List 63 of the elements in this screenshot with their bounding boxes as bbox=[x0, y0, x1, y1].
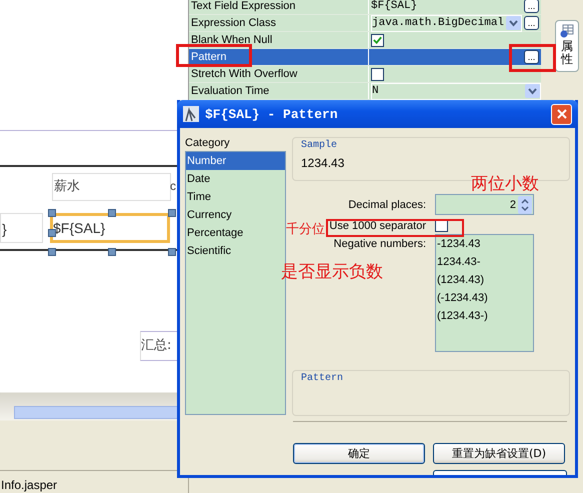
tab-label: 属性 bbox=[561, 40, 573, 66]
dialog-title: $F{SAL} - Pattern bbox=[205, 106, 339, 122]
ellipsis-button[interactable]: ... bbox=[524, 50, 539, 64]
ellipsis-button[interactable]: ... bbox=[524, 16, 539, 30]
property-value: $F{SAL} bbox=[371, 0, 418, 12]
highlight-frame bbox=[509, 44, 556, 72]
file-name: Info.jasper bbox=[0, 477, 58, 492]
field-label: Negative numbers: bbox=[334, 237, 426, 250]
table-icon bbox=[560, 24, 574, 38]
list-item[interactable]: (1234.43-) bbox=[436, 307, 533, 326]
ellipsis-button[interactable]: ... bbox=[524, 0, 539, 13]
property-label: Evaluation Time bbox=[189, 83, 369, 99]
category-item[interactable]: Number bbox=[186, 152, 285, 170]
category-item[interactable]: Percentage bbox=[186, 224, 285, 242]
check-icon bbox=[372, 34, 383, 46]
resize-handle[interactable] bbox=[48, 209, 56, 217]
close-button[interactable] bbox=[551, 104, 572, 125]
property-label: Stretch With Overflow bbox=[189, 66, 369, 82]
property-row[interactable]: Pattern ... bbox=[189, 49, 541, 66]
resize-handle[interactable] bbox=[48, 248, 56, 256]
reset-button[interactable]: 重置为缺省设置(D) bbox=[433, 443, 565, 464]
property-label: Expression Class bbox=[189, 15, 369, 31]
annotation-text: 千分位 bbox=[286, 221, 325, 238]
list-item[interactable]: 1234.43- bbox=[436, 253, 533, 272]
header-cell-text: c bbox=[170, 178, 176, 195]
checkbox-label: Use 1000 separator bbox=[329, 220, 426, 232]
button[interactable] bbox=[433, 470, 567, 475]
resize-handle[interactable] bbox=[108, 209, 116, 217]
class-dropdown[interactable]: java.math.BigDecimal bbox=[371, 14, 522, 32]
category-label: Category bbox=[185, 137, 231, 150]
resize-handle[interactable] bbox=[168, 209, 176, 217]
annotation-text: 两位小数 bbox=[471, 173, 539, 195]
group-title: Sample bbox=[301, 140, 338, 152]
property-label: Pattern bbox=[189, 49, 369, 65]
category-item[interactable]: Time bbox=[186, 188, 285, 206]
resize-handle[interactable] bbox=[108, 248, 116, 256]
ok-button[interactable]: 确定 bbox=[293, 443, 425, 464]
category-item[interactable]: Scientific bbox=[186, 242, 285, 260]
header-cell: 薪水 bbox=[52, 173, 171, 201]
negative-format-list[interactable]: -1234.43 1234.43- (1234.43) (-1234.43) (1234.43-) bbox=[435, 234, 534, 352]
property-row[interactable]: Expression Class java.math.BigDecimal ... bbox=[189, 15, 541, 32]
property-row[interactable]: Text Field Expression $F{SAL} ... bbox=[189, 0, 541, 15]
spin-arrows-icon bbox=[518, 196, 532, 214]
text-field-cell[interactable]: } bbox=[0, 213, 43, 243]
decimal-spinner[interactable]: 2 bbox=[435, 194, 534, 216]
category-item[interactable]: Date bbox=[186, 170, 285, 188]
checkbox[interactable] bbox=[371, 68, 384, 80]
property-label: Blank When Null bbox=[189, 32, 369, 48]
checkbox[interactable] bbox=[371, 34, 384, 46]
resize-handle[interactable] bbox=[168, 248, 176, 256]
category-item[interactable]: Currency bbox=[186, 206, 285, 224]
list-item[interactable]: (-1234.43) bbox=[436, 289, 533, 308]
property-label: Text Field Expression bbox=[189, 0, 369, 14]
sample-value: 1234.43 bbox=[301, 156, 346, 170]
property-row[interactable]: Stretch With Overflow bbox=[189, 66, 541, 83]
app-icon bbox=[183, 106, 199, 122]
class-dropdown[interactable]: N bbox=[371, 82, 541, 100]
group-title: Pattern bbox=[301, 373, 344, 384]
close-icon bbox=[556, 109, 566, 120]
properties-tab[interactable]: 属性 bbox=[555, 20, 579, 72]
field-label: Decimal places: bbox=[348, 198, 426, 211]
list-item[interactable]: -1234.43 bbox=[436, 235, 533, 254]
list-item[interactable]: (1234.43) bbox=[436, 271, 533, 290]
